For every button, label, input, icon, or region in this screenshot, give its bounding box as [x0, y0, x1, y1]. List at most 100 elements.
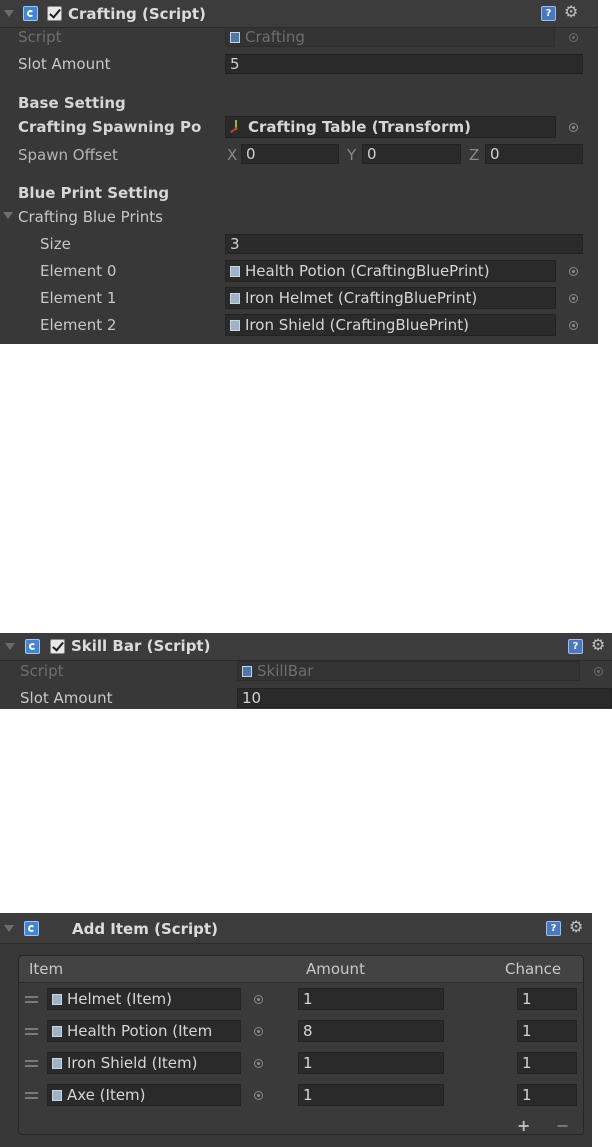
spawn-offset-label: Spawn Offset — [18, 146, 118, 164]
drag-handle-icon[interactable] — [25, 1092, 38, 1099]
scriptable-object-icon — [230, 266, 240, 277]
element-value: Health Potion (CraftingBluePrint) — [245, 262, 490, 280]
size-label: Size — [40, 235, 71, 253]
chance-input[interactable]: 1 — [517, 988, 577, 1010]
chance-input[interactable]: 1 — [517, 1020, 577, 1042]
item-value: Axe (Item) — [67, 1086, 146, 1104]
element-object-field[interactable]: Iron Helmet (CraftingBluePrint) — [225, 287, 556, 309]
spawning-point-field[interactable]: Crafting Table (Transform) — [225, 116, 556, 138]
component-title: Crafting (Script) — [68, 5, 206, 23]
size-input[interactable]: 3 — [225, 234, 583, 254]
slot-amount-label: Slot Amount — [20, 689, 113, 707]
csharp-script-icon — [25, 639, 40, 654]
csharp-script-icon — [24, 921, 39, 936]
skillbar-component-header[interactable]: Skill Bar (Script) ? ⚙ — [0, 633, 612, 661]
component-enabled-checkbox[interactable] — [50, 639, 65, 654]
help-icon[interactable]: ? — [541, 6, 556, 21]
add-element-button[interactable]: + — [517, 1116, 530, 1135]
object-picker-icon[interactable] — [254, 995, 263, 1004]
script-file-icon — [230, 32, 240, 43]
script-file-icon — [242, 666, 252, 677]
scriptable-object-icon — [52, 1058, 62, 1069]
object-picker-icon — [569, 33, 578, 42]
gear-icon[interactable]: ⚙ — [564, 4, 578, 20]
scriptable-object-icon — [52, 1026, 62, 1037]
amount-input[interactable]: 1 — [298, 988, 444, 1010]
remove-element-button[interactable]: − — [556, 1116, 569, 1135]
column-header-amount: Amount — [306, 960, 365, 978]
offset-z-label: Z — [469, 146, 480, 164]
object-picker-icon[interactable] — [254, 1059, 263, 1068]
object-picker-icon[interactable] — [569, 321, 578, 330]
offset-z-input[interactable]: 0 — [485, 144, 583, 164]
element-object-field[interactable]: Iron Shield (CraftingBluePrint) — [225, 314, 556, 336]
item-object-field[interactable]: Iron Shield (Item) — [47, 1052, 241, 1074]
element-value: Iron Helmet (CraftingBluePrint) — [245, 289, 478, 307]
amount-input[interactable]: 1 — [298, 1084, 444, 1106]
component-title: Skill Bar (Script) — [71, 637, 211, 655]
gear-icon[interactable]: ⚙ — [569, 919, 583, 935]
offset-x-label: X — [227, 146, 238, 164]
scriptable-object-icon — [52, 1090, 62, 1101]
blueprint-setting-header: Blue Print Setting — [18, 184, 170, 202]
element-value: Iron Shield (CraftingBluePrint) — [245, 316, 469, 334]
object-picker-icon[interactable] — [569, 267, 578, 276]
item-object-field[interactable]: Helmet (Item) — [47, 988, 241, 1010]
item-object-field[interactable]: Axe (Item) — [47, 1084, 241, 1106]
offset-y-input[interactable]: 0 — [362, 144, 461, 164]
script-label: Script — [18, 28, 62, 46]
blueprints-foldout-icon[interactable] — [3, 212, 13, 219]
foldout-arrow-icon[interactable] — [5, 643, 15, 650]
script-field-value: SkillBar — [257, 662, 314, 680]
foldout-arrow-icon[interactable] — [4, 10, 14, 17]
script-label: Script — [20, 662, 64, 680]
slot-amount-input[interactable]: 5 — [225, 54, 583, 74]
spawning-point-value: Crafting Table (Transform) — [248, 118, 471, 136]
object-picker-icon[interactable] — [254, 1091, 263, 1100]
help-icon[interactable]: ? — [568, 639, 583, 654]
item-reorderable-list: Item Amount Chance Helmet (Item) 1 1 Hea… — [18, 955, 584, 1135]
component-title: Add Item (Script) — [72, 920, 218, 938]
help-icon[interactable]: ? — [546, 921, 561, 936]
slot-amount-input[interactable]: 10 — [237, 688, 612, 708]
column-header-item: Item — [29, 960, 64, 978]
amount-input[interactable]: 1 — [298, 1052, 444, 1074]
chance-input[interactable]: 1 — [517, 1084, 577, 1106]
column-header-chance: Chance — [505, 960, 562, 978]
blueprints-list-label[interactable]: Crafting Blue Prints — [18, 208, 163, 226]
crafting-component-panel: Crafting (Script) ? ⚙ Script Crafting Sl… — [0, 0, 598, 344]
skillbar-component-panel: Skill Bar (Script) ? ⚙ Script SkillBar S… — [0, 633, 612, 709]
item-object-field[interactable]: Health Potion (Item — [47, 1020, 241, 1042]
offset-y-label: Y — [347, 146, 357, 164]
object-picker-icon[interactable] — [569, 123, 578, 132]
crafting-component-header[interactable]: Crafting (Script) ? ⚙ — [0, 0, 598, 28]
csharp-script-icon — [23, 6, 38, 21]
drag-handle-icon[interactable] — [25, 1028, 38, 1035]
script-field: SkillBar — [237, 661, 580, 681]
additem-component-header[interactable]: Add Item (Script) ? ⚙ — [0, 913, 592, 944]
item-value: Iron Shield (Item) — [67, 1054, 198, 1072]
drag-handle-icon[interactable] — [25, 996, 38, 1003]
scriptable-object-icon — [52, 994, 62, 1005]
element-object-field[interactable]: Health Potion (CraftingBluePrint) — [225, 260, 556, 282]
object-picker-icon[interactable] — [254, 1027, 263, 1036]
gear-icon[interactable]: ⚙ — [591, 637, 605, 653]
transform-icon — [230, 120, 242, 134]
base-setting-header: Base Setting — [18, 94, 126, 112]
element-label: Element 1 — [40, 289, 117, 307]
slot-amount-label: Slot Amount — [18, 55, 111, 73]
foldout-arrow-icon[interactable] — [4, 925, 14, 932]
component-enabled-checkbox[interactable] — [47, 6, 62, 21]
object-picker-icon[interactable] — [569, 294, 578, 303]
item-value: Health Potion (Item — [67, 1022, 213, 1040]
offset-x-input[interactable]: 0 — [241, 144, 339, 164]
scriptable-object-icon — [230, 293, 240, 304]
element-label: Element 0 — [40, 262, 117, 280]
chance-input[interactable]: 1 — [517, 1052, 577, 1074]
scriptable-object-icon — [230, 320, 240, 331]
item-value: Helmet (Item) — [67, 990, 173, 1008]
object-picker-icon — [594, 667, 603, 676]
element-label: Element 2 — [40, 316, 117, 334]
amount-input[interactable]: 8 — [298, 1020, 444, 1042]
drag-handle-icon[interactable] — [25, 1060, 38, 1067]
